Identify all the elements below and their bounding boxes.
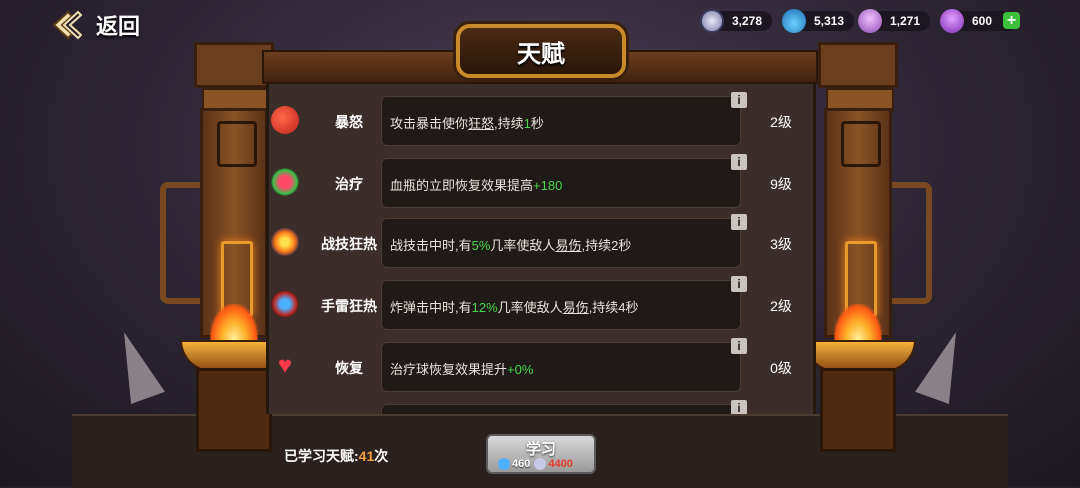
- blue-potion-icon: [498, 458, 510, 470]
- back-label: 返回: [96, 14, 141, 39]
- talent-row[interactable]: 治疗 血瓶的立即恢复效果提高+180 i 9级: [269, 154, 813, 214]
- info-button[interactable]: i: [731, 154, 747, 170]
- left-pillar: [180, 42, 292, 452]
- talent-row[interactable]: 手雷狂热 炸弹击中时,有12%几率使敌人易伤,持续4秒 i 2级: [269, 276, 813, 336]
- right-fire: [834, 304, 882, 344]
- talent-row[interactable]: i: [269, 400, 813, 414]
- cost-potion-value: 460: [512, 458, 531, 470]
- right-horn-decoration: [915, 325, 973, 405]
- right-pillar: [804, 42, 916, 452]
- resource-locked-gem[interactable]: 1,271: [858, 9, 931, 33]
- talent-level: 9级: [770, 176, 792, 192]
- plus-icon: +: [1006, 12, 1017, 29]
- angry-face-icon: [271, 106, 299, 134]
- healing-bottle-icon: [271, 168, 299, 196]
- talent-level: 3级: [770, 236, 792, 252]
- add-gem-button[interactable]: +: [1003, 12, 1020, 29]
- resource-potion[interactable]: 5,313: [782, 9, 855, 33]
- info-button[interactable]: i: [731, 214, 747, 230]
- learn-button-label: 学习: [525, 441, 556, 458]
- grenade-icon: [271, 290, 299, 318]
- info-button[interactable]: i: [731, 276, 747, 292]
- talent-level: 0级: [770, 360, 792, 376]
- page-title: 天赋: [517, 40, 565, 68]
- learn-cost: 460 4400: [498, 458, 573, 470]
- locked-gem-icon: [858, 9, 882, 33]
- back-arrow-icon: [52, 10, 82, 40]
- combat-burst-icon: [271, 228, 299, 256]
- talent-name: 战技狂热: [321, 236, 377, 252]
- left-horn-decoration: [107, 325, 165, 405]
- talent-description: 攻击暴击使你狂怒,持续1秒: [381, 96, 741, 146]
- silver-coin-icon: [700, 9, 724, 33]
- cost-coin-value: 4400: [548, 458, 573, 470]
- talent-level: 2级: [770, 114, 792, 130]
- talent-description: 炸弹击中时,有12%几率使敌人易伤,持续4秒: [381, 280, 741, 330]
- info-button[interactable]: i: [731, 338, 747, 354]
- title-plate: 天赋: [456, 24, 626, 78]
- back-button[interactable]: 返回: [52, 8, 162, 42]
- talent-row[interactable]: ♥ 恢复 治疗球恢复效果提升+0% i 0级: [269, 338, 813, 398]
- talent-row[interactable]: 战技狂热 战技击中时,有5%几率使敌人易伤,持续2秒 i 3级: [269, 214, 813, 274]
- talent-description: 治疗球恢复效果提升+0%: [381, 342, 741, 392]
- talent-description: [381, 404, 741, 414]
- purple-gem-icon: [940, 9, 964, 33]
- silver-coin-icon: [534, 458, 547, 470]
- talent-name: 暴怒: [335, 114, 363, 130]
- talent-level: 2级: [770, 298, 792, 314]
- heart-icon: ♥: [277, 352, 293, 379]
- learned-count-text: 已学习天赋:41次: [284, 448, 389, 464]
- left-fire: [210, 304, 258, 344]
- info-button[interactable]: i: [731, 92, 747, 108]
- talent-description: 战技击中时,有5%几率使敌人易伤,持续2秒: [381, 218, 741, 268]
- talent-list[interactable]: 暴怒 攻击暴击使你狂怒,持续1秒 i 2级 治疗 血瓶的立即恢复效果提高+180…: [266, 84, 816, 414]
- talent-name: 手雷狂热: [321, 298, 377, 314]
- talent-name: 治疗: [335, 176, 363, 192]
- info-button[interactable]: i: [731, 400, 747, 414]
- learn-button[interactable]: 学习 460 4400: [486, 434, 596, 474]
- blue-potion-icon: [782, 9, 806, 33]
- talent-description: 血瓶的立即恢复效果提高+180: [381, 158, 741, 208]
- talent-name: 恢复: [335, 360, 363, 376]
- resource-silver[interactable]: 3,278: [700, 9, 773, 33]
- talent-row[interactable]: 暴怒 攻击暴击使你狂怒,持续1秒 i 2级: [269, 92, 813, 152]
